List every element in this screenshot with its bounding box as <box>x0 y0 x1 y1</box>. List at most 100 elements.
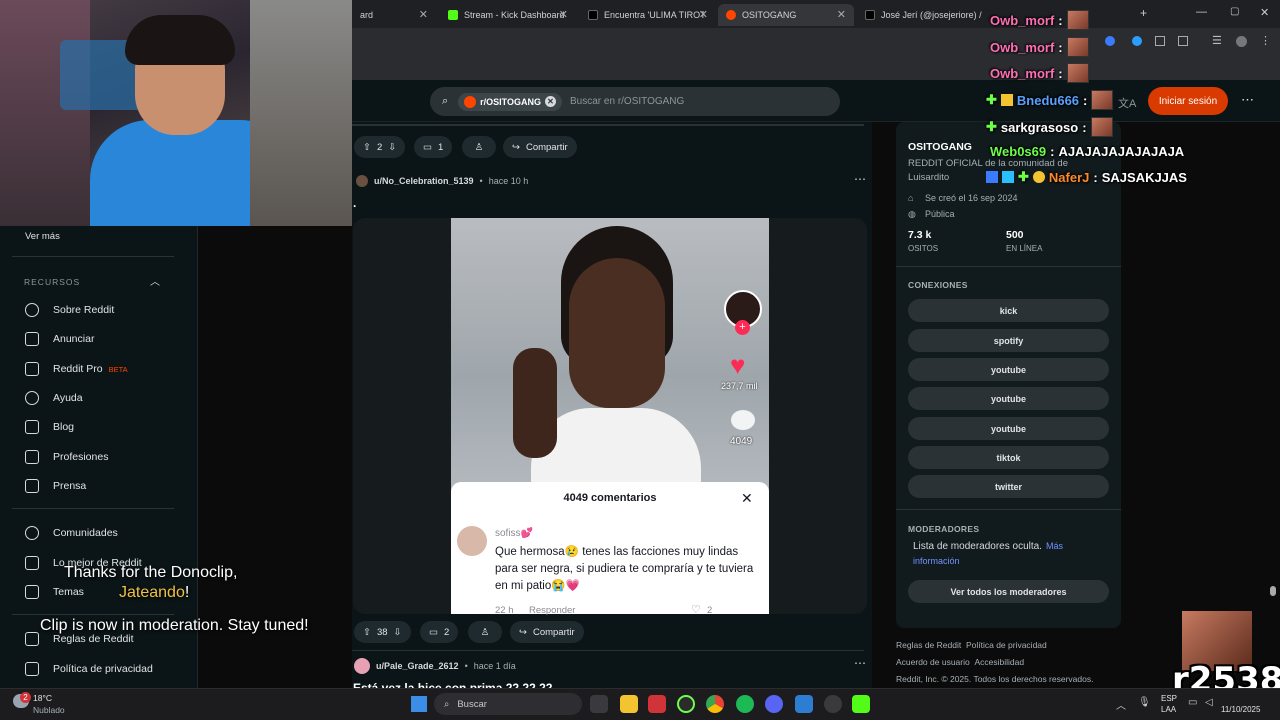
avatar[interactable] <box>354 658 370 674</box>
tab-0[interactable]: ard ✕ <box>352 4 436 26</box>
kebab-menu-icon[interactable]: ⋮ <box>1260 34 1271 47</box>
connection-tiktok[interactable]: tiktok <box>908 446 1109 469</box>
connection-spotify[interactable]: spotify <box>908 329 1109 352</box>
tab-4[interactable]: José Jerí (@josejeriore) / <box>857 4 985 26</box>
post-title[interactable]: Está vez la hice con prima 22 22 22 <box>353 681 552 688</box>
tab-ositogang[interactable]: OSITOGANG ✕ <box>718 4 854 26</box>
network-icon[interactable]: ▭ <box>1188 697 1197 708</box>
clear-icon[interactable]: ✕ <box>545 96 557 107</box>
close-icon[interactable]: ✕ <box>699 8 708 21</box>
reply-button[interactable]: Responder <box>529 605 575 616</box>
footer-link[interactable]: Reglas de Reddit <box>896 640 961 650</box>
connection-youtube[interactable]: youtube <box>908 358 1109 381</box>
ver-mas-link[interactable]: Ver más <box>25 231 60 242</box>
post-options-icon[interactable]: ⋯ <box>854 656 866 670</box>
kick-icon[interactable] <box>852 695 870 713</box>
avatar[interactable] <box>457 526 487 556</box>
taskbar-date[interactable]: 11/10/2025 <box>1221 705 1260 714</box>
sidebar-item-privacidad[interactable]: Política de privacidad <box>25 662 153 676</box>
minimize-button[interactable]: — <box>1196 6 1207 18</box>
weather-desc[interactable]: Nublado <box>33 705 65 715</box>
close-window-button[interactable]: ✕ <box>1260 6 1269 19</box>
heart-icon[interactable]: ♥ <box>730 350 745 381</box>
app-icon[interactable] <box>677 695 695 713</box>
connection-twitter[interactable]: twitter <box>908 475 1109 498</box>
sidebar-item-anunciar[interactable]: Anunciar <box>25 332 94 346</box>
post-title[interactable]: . <box>353 196 356 210</box>
search-input[interactable]: ⌕ r/OSITOGANG ✕ Buscar en r/OSITOGANG <box>430 87 840 116</box>
maximize-button[interactable]: ▢ <box>1230 6 1239 17</box>
new-tab-button[interactable]: + <box>1140 6 1147 20</box>
chrome-icon[interactable] <box>706 695 724 713</box>
award-button[interactable]: ♙ <box>462 136 496 158</box>
avatar[interactable] <box>356 175 368 187</box>
close-icon[interactable]: ✕ <box>741 490 753 507</box>
volume-icon[interactable]: ◁ <box>1205 697 1213 708</box>
comment-bubble-icon[interactable] <box>731 410 755 430</box>
follow-icon[interactable]: + <box>735 320 750 335</box>
view-all-moderators-button[interactable]: Ver todos los moderadores <box>908 580 1109 603</box>
weather-temp[interactable]: 18°C <box>33 693 52 703</box>
connection-kick[interactable]: kick <box>908 299 1109 322</box>
post-author[interactable]: u/Pale_Grade_2612 <box>376 661 459 671</box>
subreddit-filter-chip[interactable]: r/OSITOGANG ✕ <box>458 92 563 111</box>
close-icon[interactable]: ✕ <box>559 8 568 21</box>
vote-control[interactable]: ⇧ 2 ⇩ <box>354 136 406 158</box>
downvote-icon[interactable]: ⇩ <box>394 627 402 638</box>
language-code[interactable]: ESP <box>1161 694 1177 703</box>
profile-icon[interactable] <box>1236 36 1247 47</box>
extension-icon[interactable] <box>1105 36 1115 46</box>
connection-youtube[interactable]: youtube <box>908 417 1109 440</box>
login-button[interactable]: Iniciar sesión <box>1148 87 1228 115</box>
comments-button[interactable]: ▭ 2 <box>420 621 459 643</box>
translate-icon[interactable]: 文A <box>1118 95 1136 111</box>
sidebar-item-prensa[interactable]: Prensa <box>25 479 86 493</box>
upvote-icon[interactable]: ⇧ <box>363 627 371 638</box>
discord-icon[interactable] <box>765 695 783 713</box>
chevron-up-icon[interactable]: ︿ <box>1116 697 1126 712</box>
mods-more-link[interactable]: Más <box>1046 541 1063 551</box>
sidebar-item-ayuda[interactable]: Ayuda <box>25 391 83 405</box>
more-options-icon[interactable]: ⋯ <box>1241 92 1254 108</box>
mods-info-link[interactable]: información <box>913 556 960 566</box>
share-button[interactable]: ↪ Compartir <box>510 621 584 643</box>
tab-2[interactable]: Encuentra 'ULIMA TIROTE ✕ <box>580 4 716 26</box>
footer-link[interactable]: Accesibilidad <box>974 657 1024 667</box>
extension-icon[interactable] <box>1155 36 1165 46</box>
footer-link[interactable]: Acuerdo de usuario <box>896 657 970 667</box>
downvote-icon[interactable]: ⇩ <box>388 142 396 153</box>
keyboard-layout[interactable]: LAA <box>1161 705 1176 714</box>
taskbar-search[interactable]: ⌕ Buscar <box>434 693 582 715</box>
footer-link[interactable]: Política de privacidad <box>966 640 1047 650</box>
menu-icon[interactable]: ☰ <box>1212 34 1222 47</box>
comments-button[interactable]: ▭ 1 <box>414 136 453 158</box>
sidebar-item-temas[interactable]: Temas <box>25 585 84 599</box>
share-button[interactable]: ↪ Compartir <box>503 136 577 158</box>
extension-icon[interactable] <box>1132 36 1142 46</box>
puzzle-icon[interactable] <box>1178 36 1188 46</box>
chevron-up-icon[interactable]: ︿ <box>150 273 160 288</box>
tab-1[interactable]: Stream - Kick Dashboard ✕ <box>440 4 576 26</box>
close-icon[interactable]: ✕ <box>419 8 428 21</box>
close-icon[interactable]: ✕ <box>837 8 846 21</box>
sidebar-item-profesiones[interactable]: Profesiones <box>25 450 108 464</box>
app-icon[interactable] <box>648 695 666 713</box>
windows-start-icon[interactable] <box>411 696 427 712</box>
upvote-icon[interactable]: ⇧ <box>363 142 371 153</box>
sidebar-item-sobre-reddit[interactable]: Sobre Reddit <box>25 303 114 317</box>
sidebar-item-blog[interactable]: Blog <box>25 420 74 434</box>
obs-icon[interactable] <box>824 695 842 713</box>
task-view-icon[interactable] <box>590 695 608 713</box>
sidebar-item-reddit-pro[interactable]: Reddit Pro BETA <box>25 362 128 376</box>
scrollbar[interactable] <box>1270 586 1276 596</box>
mic-icon[interactable]: 🎙 <box>1138 697 1151 708</box>
commenter-name[interactable]: sofiss💕 <box>495 528 533 539</box>
vote-control[interactable]: ⇧ 38 ⇩ <box>354 621 411 643</box>
post-author[interactable]: u/No_Celebration_5139 <box>374 176 474 186</box>
spotify-icon[interactable] <box>736 695 754 713</box>
award-button[interactable]: ♙ <box>468 621 502 643</box>
notepad-icon[interactable] <box>795 695 813 713</box>
file-explorer-icon[interactable] <box>620 695 638 713</box>
post-options-icon[interactable]: ⋯ <box>854 172 866 186</box>
heart-outline-icon[interactable]: ♡ <box>691 603 701 616</box>
